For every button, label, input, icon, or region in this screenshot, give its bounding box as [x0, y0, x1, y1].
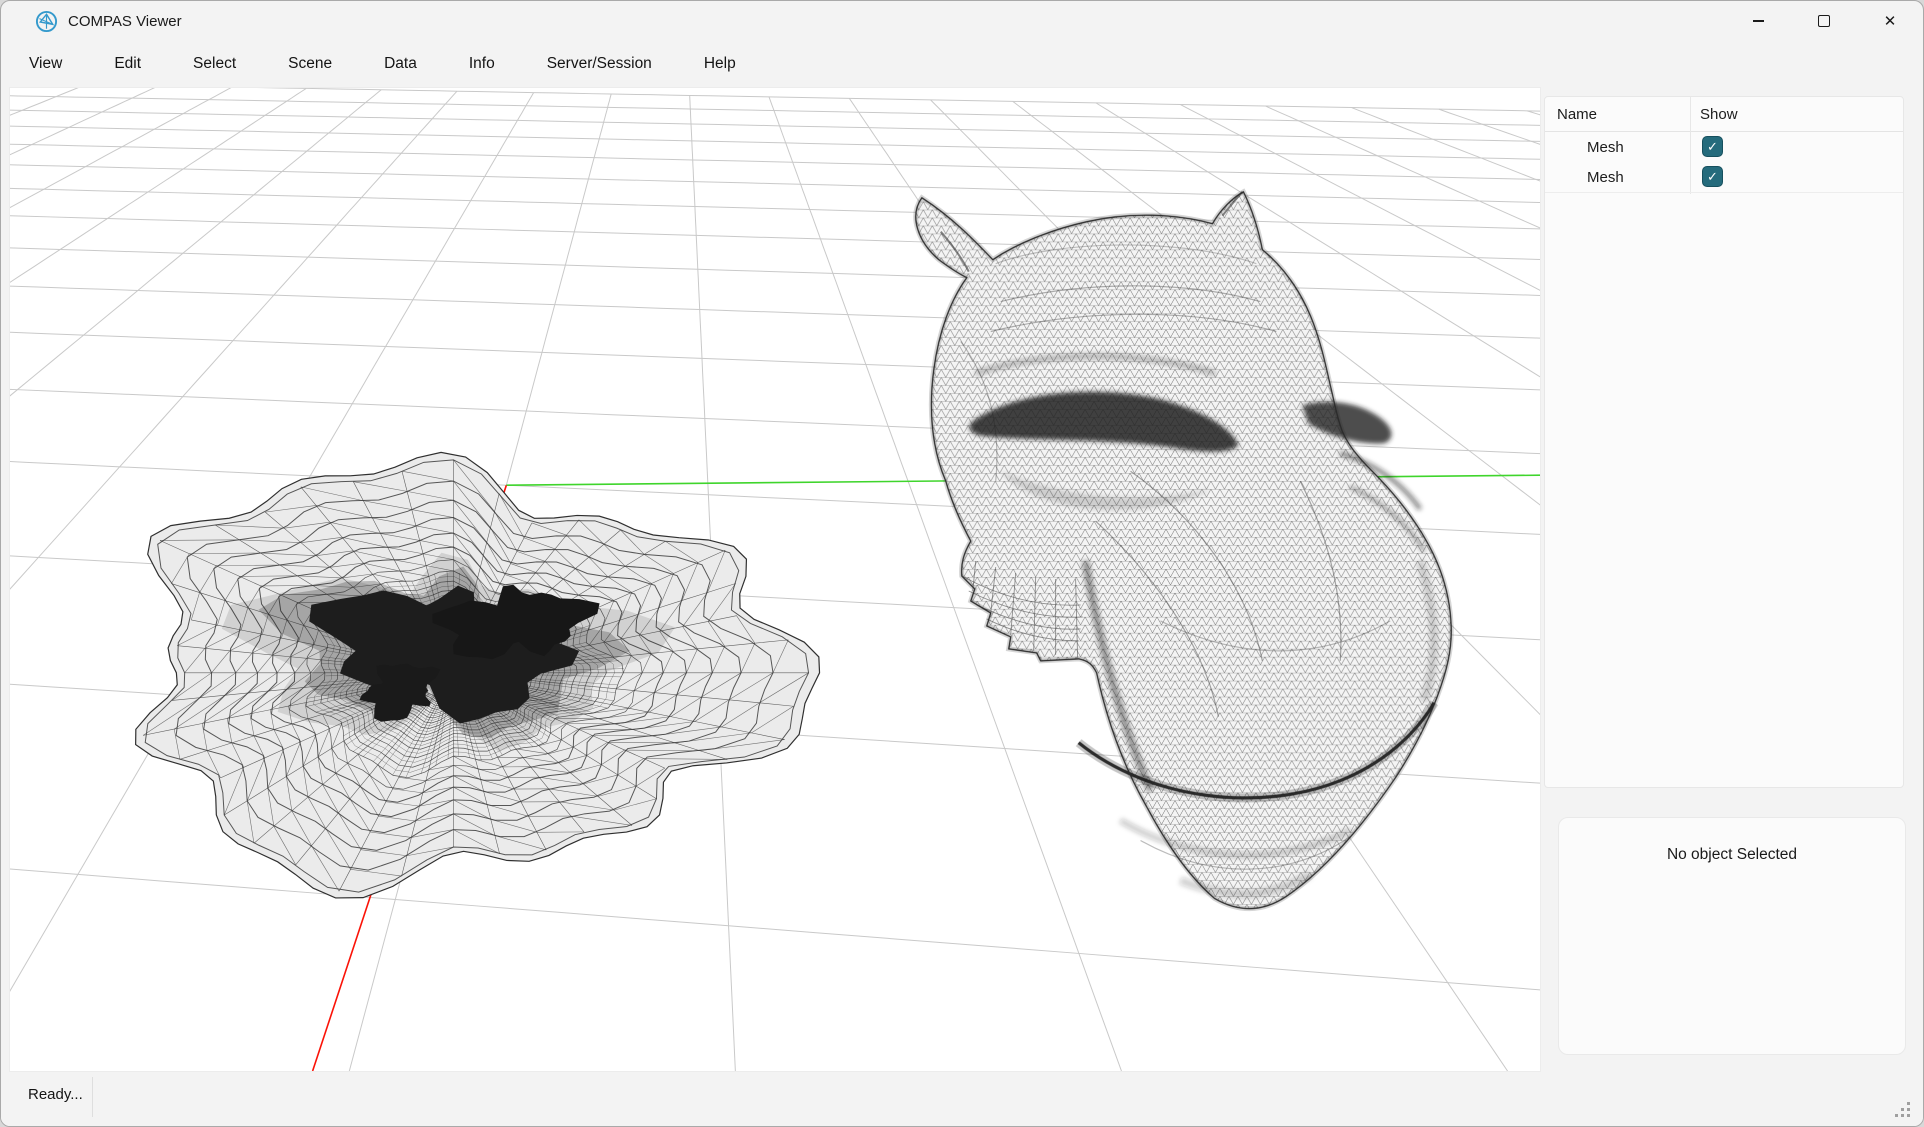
maximize-button[interactable]: [1791, 1, 1857, 41]
resize-grip-icon[interactable]: [1894, 1101, 1910, 1117]
tree-row-mesh-2[interactable]: Mesh ✓: [1545, 162, 1903, 192]
viewport-3d[interactable]: [9, 87, 1541, 1072]
column-header-name: Name: [1545, 106, 1690, 123]
menu-select[interactable]: Select: [167, 41, 262, 87]
scene-tree-header: Name Show: [1545, 97, 1903, 132]
menu-help[interactable]: Help: [678, 41, 762, 87]
status-message: Ready...: [28, 1072, 83, 1118]
status-divider: [92, 1077, 93, 1117]
menu-edit[interactable]: Edit: [88, 41, 167, 87]
column-header-show: Show: [1690, 106, 1738, 123]
mesh-name-label: Mesh: [1545, 139, 1648, 156]
menu-data[interactable]: Data: [358, 41, 443, 87]
camel-head-mesh: [916, 192, 1451, 909]
close-button[interactable]: ✕: [1857, 1, 1923, 41]
window-title: COMPAS Viewer: [68, 13, 182, 30]
minimize-button[interactable]: [1725, 1, 1791, 41]
status-bar: Ready...: [1, 1072, 1923, 1126]
mesh-name-label: Mesh: [1545, 169, 1648, 186]
minimize-icon: [1753, 20, 1764, 21]
title-bar[interactable]: COMPAS Viewer ✕: [1, 1, 1923, 41]
maximize-icon: [1818, 15, 1830, 27]
menu-view[interactable]: View: [3, 41, 88, 87]
object-info-panel: No object Selected: [1558, 817, 1906, 1055]
menu-server-session[interactable]: Server/Session: [521, 41, 678, 87]
close-icon: ✕: [1884, 14, 1897, 29]
compas-logo-icon: [35, 10, 58, 33]
menu-bar: View Edit Select Scene Data Info Server/…: [3, 41, 1923, 87]
show-checkbox-1[interactable]: ✓: [1702, 136, 1723, 157]
app-window: COMPAS Viewer ✕ View Edit Select Scene D…: [0, 0, 1924, 1127]
menu-scene[interactable]: Scene: [262, 41, 358, 87]
terrain-mesh: [136, 452, 820, 898]
scene-tree-panel: Name Show Mesh ✓ Mesh ✓: [1544, 96, 1904, 788]
no-selection-message: No object Selected: [1559, 846, 1905, 864]
tree-row-mesh-1[interactable]: Mesh ✓: [1545, 132, 1903, 162]
menu-info[interactable]: Info: [443, 41, 521, 87]
show-checkbox-2[interactable]: ✓: [1702, 166, 1723, 187]
